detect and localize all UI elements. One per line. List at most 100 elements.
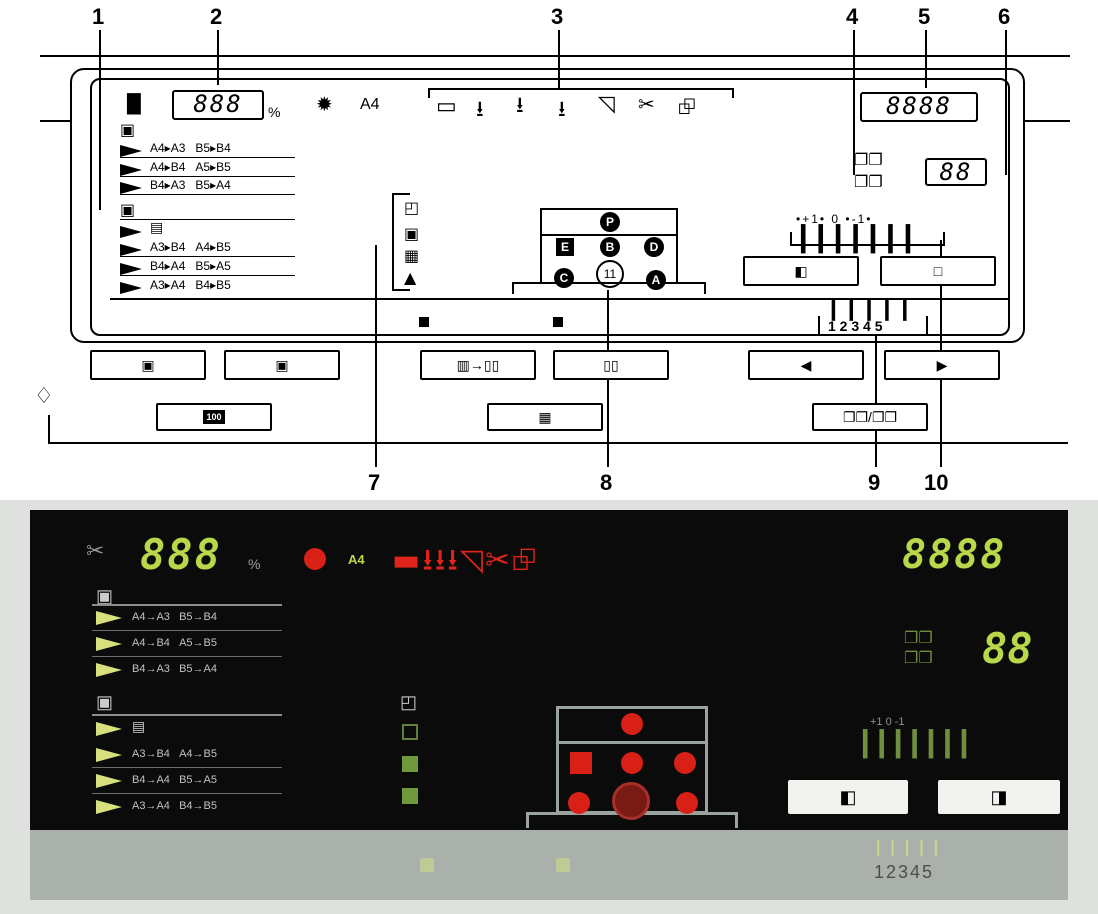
callout-6: 6 bbox=[998, 4, 1011, 29]
enlarge-icon: ▣ bbox=[141, 356, 155, 373]
paper-tray-icon: ▭ bbox=[436, 94, 457, 119]
callout-10: 10 bbox=[924, 470, 949, 495]
service-call-icon: ✂ bbox=[638, 92, 655, 116]
original-photo-icon: ◰ bbox=[404, 198, 420, 217]
enlarge-ratio-3: A3▸A4 B4▸B5 bbox=[150, 278, 231, 292]
photo-toner-led bbox=[304, 548, 326, 570]
photo-paper-size: A4 bbox=[348, 552, 365, 567]
original-mixed-icon: ▦ bbox=[404, 246, 420, 265]
duplex-icon-2: ❐❐ bbox=[854, 172, 883, 191]
reduce-button[interactable]: ▣ bbox=[224, 350, 340, 380]
photo-original-type-leds bbox=[402, 724, 418, 814]
misfeed-icon: ◹ bbox=[598, 92, 615, 117]
photo-indicator-led bbox=[420, 858, 434, 872]
photo-original-photo-icon: ◰ bbox=[400, 692, 418, 712]
photo-darker-icon: ◧ bbox=[839, 786, 857, 807]
callout-4: 4 bbox=[846, 4, 859, 29]
photo-lighter-icon: ◨ bbox=[990, 786, 1008, 807]
callout-2: 2 bbox=[210, 4, 223, 29]
darker-icon: ◧ bbox=[794, 262, 808, 279]
darker-button[interactable]: ◧ bbox=[743, 256, 859, 286]
photo-position-a bbox=[676, 792, 698, 814]
position-b: B bbox=[600, 237, 620, 257]
callout-9: 9 bbox=[868, 470, 881, 495]
door-open-icon: ⮺ bbox=[678, 95, 696, 120]
photo-density-scale: +1 0 -1 bbox=[870, 716, 905, 728]
photo-position-e bbox=[570, 752, 592, 774]
photo-darker-button[interactable]: ◧ bbox=[788, 780, 908, 814]
position-p: P bbox=[600, 212, 620, 232]
add-toner-icon: ⭳ bbox=[516, 93, 524, 118]
photo-density-bars: ┃┃┃┃┃┃┃ bbox=[858, 731, 974, 758]
enlarge-icon: ▣ bbox=[120, 200, 136, 219]
quantity-display: 88 bbox=[925, 158, 987, 186]
original-text-icon: ▣ bbox=[404, 224, 420, 243]
original-type-button[interactable]: ▦ bbox=[487, 403, 603, 431]
position-d: D bbox=[644, 237, 664, 257]
margin-button[interactable]: ▯▯ bbox=[553, 350, 669, 380]
full-size-icon: ▤ bbox=[150, 220, 164, 236]
lighter-icon: □ bbox=[933, 263, 943, 279]
photo-mode-numbers: 12345 bbox=[874, 862, 935, 882]
enlarge-ratio-1: A3▸B4 A4▸B5 bbox=[150, 240, 231, 254]
book-icon: ▥→▯▯ bbox=[456, 356, 500, 373]
callout-3: 3 bbox=[551, 4, 564, 29]
paper-size-label: A4 bbox=[360, 96, 380, 113]
mode-numbers: 1 2 3 4 5 bbox=[828, 318, 883, 334]
arrow-right-icon: ▶ bbox=[936, 356, 948, 373]
photo-full-size-icon: ▤ bbox=[132, 718, 146, 734]
photo-reduce-ratio-3: B4→A3 B5→A4 bbox=[132, 663, 218, 675]
percent-sign: % bbox=[268, 104, 281, 120]
indicator-led bbox=[553, 317, 563, 327]
full-size-label: 100 bbox=[203, 410, 225, 424]
waste-toner-icon: ⭳ bbox=[558, 97, 566, 122]
photo-quantity-display: 88 bbox=[982, 624, 1033, 673]
photo-position-d bbox=[674, 752, 696, 774]
photo-reduce-ratio-1: A4→A3 B5→B4 bbox=[132, 611, 218, 623]
reduce-icon: ▣ bbox=[275, 356, 289, 373]
next-button[interactable]: ▶ bbox=[884, 350, 1000, 380]
photo-percent-sign: % bbox=[248, 556, 261, 572]
photo-reduce-ratio-2: A4→B4 A5→B5 bbox=[132, 637, 218, 649]
density-scale: •+1• 0 •-1• bbox=[796, 212, 873, 226]
photo-position-c bbox=[568, 792, 590, 814]
signal-doc-icon: ▐▌ bbox=[120, 94, 148, 115]
lighter-button[interactable]: □ bbox=[880, 256, 996, 286]
callout-1: 1 bbox=[92, 4, 105, 29]
photo-indicator-led bbox=[556, 858, 570, 872]
duplex-icon: ❐❐ bbox=[854, 150, 883, 169]
duplex-button[interactable]: ❐❐/❐❐ bbox=[812, 403, 928, 431]
photo-enlarge-ratio-3: A3→A4 B4→B5 bbox=[132, 800, 218, 812]
reduce-ratio-1: A4▸A3 B5▸B4 bbox=[150, 141, 231, 155]
enlarge-button[interactable]: ▣ bbox=[90, 350, 206, 380]
position-a: A bbox=[646, 270, 666, 290]
photo-counter-display: 8888 bbox=[902, 532, 1007, 578]
enlarge-ratio-2: B4▸A4 B5▸A5 bbox=[150, 259, 231, 273]
position-c: C bbox=[554, 268, 574, 288]
original-type-icon: ▦ bbox=[538, 408, 552, 425]
photo-zoom-display: 888 bbox=[140, 530, 222, 579]
photo-enlarge-icon: ▣ bbox=[96, 692, 114, 712]
photo-indicator-icons: ▬⭳⭳⭳◹✂⮺ bbox=[392, 543, 539, 578]
line-diagram: 1 2 3 4 5 6 7 8 9 10 ♢ ▐▌ 888 % ✹ A4 ▭ ⭳… bbox=[0, 0, 1098, 500]
chevron-icon: ♢ bbox=[34, 384, 54, 409]
photo-position-p bbox=[621, 713, 643, 735]
zoom-display: 888 bbox=[172, 90, 264, 120]
callout-8: 8 bbox=[600, 470, 613, 495]
book-to-twopage-button[interactable]: ▥→▯▯ bbox=[420, 350, 536, 380]
photo-position-ring bbox=[612, 782, 650, 820]
previous-button[interactable]: ◀ bbox=[748, 350, 864, 380]
photo-position-b bbox=[621, 752, 643, 774]
photo-lighter-button[interactable]: ◨ bbox=[938, 780, 1060, 814]
arrow-left-icon: ◀ bbox=[800, 356, 812, 373]
reduce-ratio-3: B4▸A3 B5▸A4 bbox=[150, 178, 231, 192]
full-size-button[interactable]: 100 bbox=[156, 403, 272, 431]
callout-7: 7 bbox=[368, 470, 381, 495]
reduce-icon: ▣ bbox=[120, 120, 136, 139]
photo-signal-icon: ✂ bbox=[86, 538, 105, 563]
duplex-mode-icon: ❐❐/❐❐ bbox=[842, 408, 898, 425]
callout-5: 5 bbox=[918, 4, 931, 29]
margin-icon: ▯▯ bbox=[603, 356, 619, 373]
photo-duplex-led: ❐❐ ❐❐ bbox=[904, 630, 933, 667]
position-e: E bbox=[556, 238, 574, 256]
